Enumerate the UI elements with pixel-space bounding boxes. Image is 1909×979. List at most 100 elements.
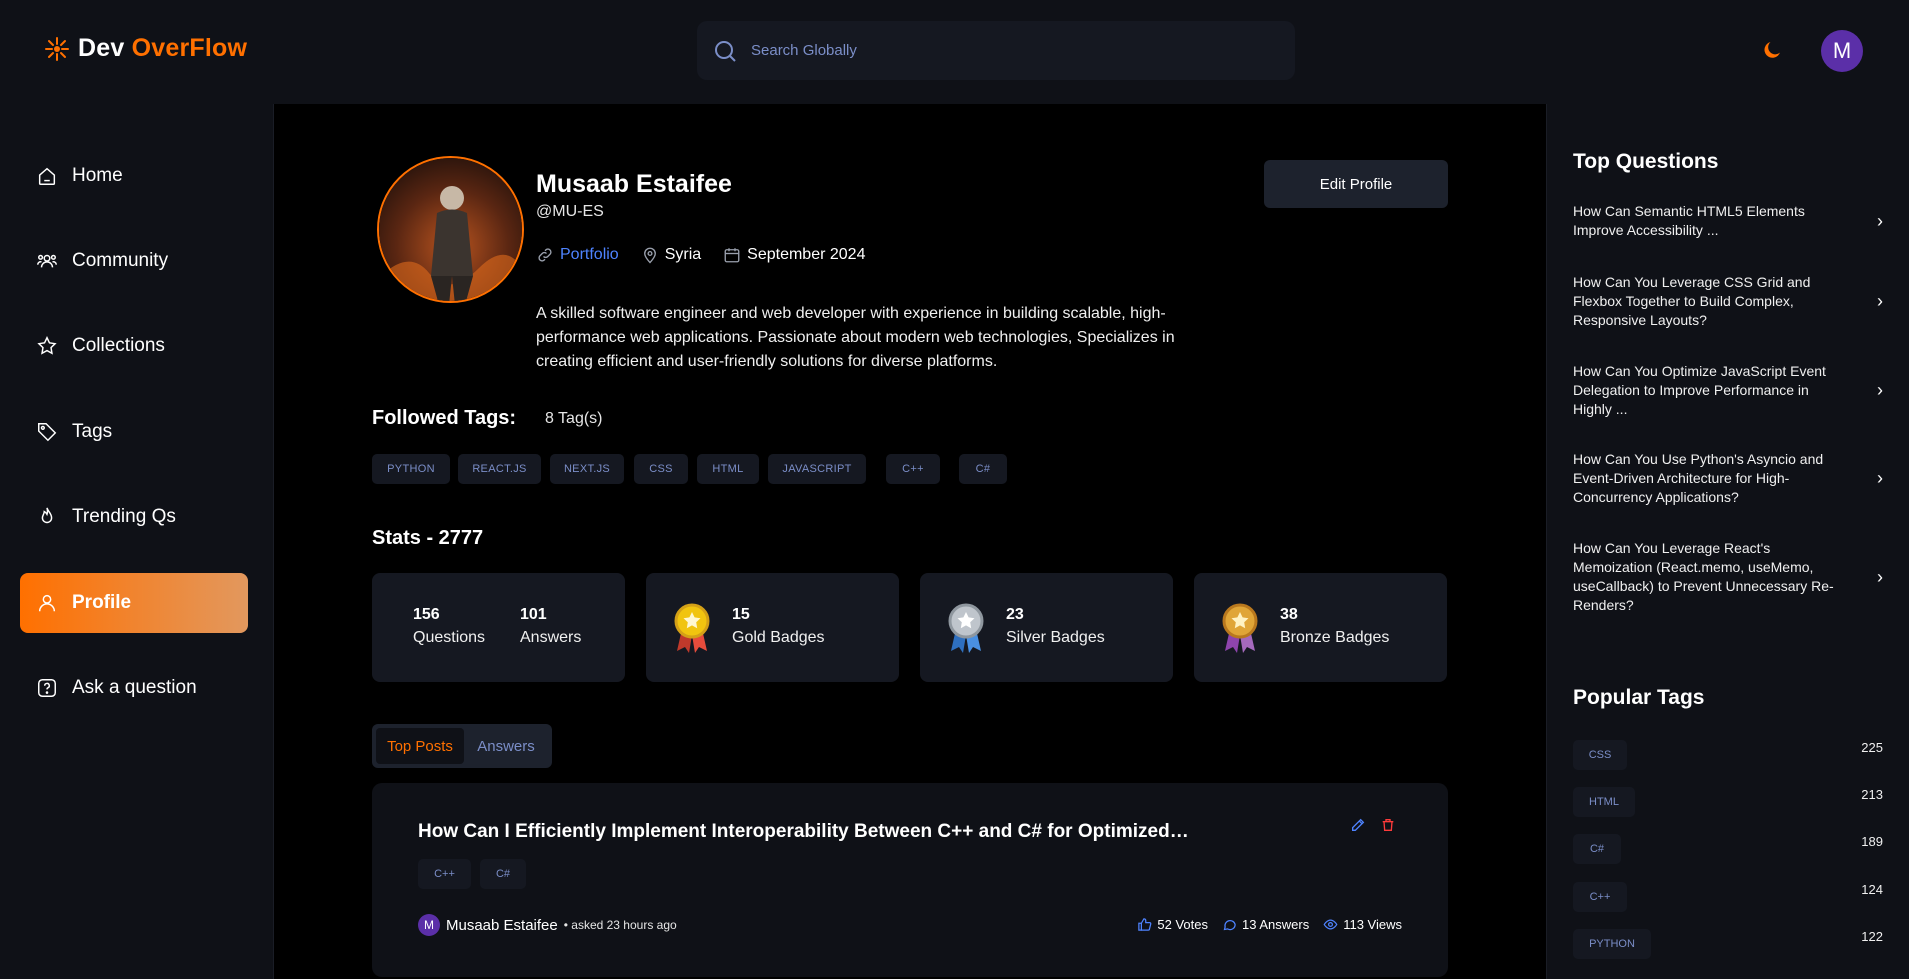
questions-label: Questions [413,629,486,646]
profile-bio: A skilled software engineer and web deve… [536,305,1175,370]
popular-tag-count: 225 [1861,740,1883,755]
sidebar-item-label: Community [72,250,169,271]
top-question-text: How Can You Leverage React's Memoization… [1573,540,1834,613]
star-icon [37,336,57,355]
followed-tag[interactable]: JAVASCRIPT [768,454,866,484]
tab-top-posts[interactable]: Top Posts [376,728,464,764]
top-question-item[interactable]: How Can Semantic HTML5 Elements Improve … [1573,202,1883,240]
followed-tag[interactable]: C# [959,454,1007,484]
global-search[interactable] [697,21,1295,80]
top-question-item[interactable]: How Can You Leverage CSS Grid and Flexbo… [1573,273,1883,330]
author-name: Musaab Estaifee [446,916,558,934]
flame-icon [41,507,53,524]
top-question-item[interactable]: How Can You Optimize JavaScript Event De… [1573,362,1883,419]
theme-toggle[interactable] [1758,36,1786,64]
profile-picture [377,156,524,303]
portfolio-link[interactable]: Portfolio [560,246,619,264]
votes-metric: 52 Votes [1137,917,1208,932]
profile-tabs: Top Posts Answers [372,724,552,768]
thumbs-up-icon [1138,918,1152,931]
followed-tag[interactable]: PYTHON [372,454,450,484]
user-avatar[interactable]: M [1821,30,1863,72]
followed-tag[interactable]: HTML [697,454,759,484]
followed-tags-title: Followed Tags: [372,407,517,429]
sidebar-item-ask-question[interactable]: Ask a question [20,658,248,718]
moon-icon [1764,42,1780,58]
followed-tags-count: 8 Tag(s) [545,410,603,427]
answers-metric: 13 Answers [1222,917,1309,932]
followed-tag[interactable]: REACT.JS [458,454,541,484]
stat-card-bronze: 38 Bronze Badges [1194,573,1447,682]
top-question-text: How Can You Leverage CSS Grid and Flexbo… [1573,274,1811,328]
popular-tag[interactable]: C# [1573,834,1621,864]
top-question-item[interactable]: How Can You Use Python's Asyncio and Eve… [1573,450,1883,507]
tag-icon [38,423,57,442]
stat-card-silver: 23 Silver Badges [920,573,1173,682]
popular-tag[interactable]: C++ [1573,882,1627,912]
tab-answers[interactable]: Answers [464,728,548,764]
top-bar: Dev OverFlow M [0,0,1909,104]
users-icon [37,254,57,268]
home-icon [38,167,56,185]
chevron-right-icon: › [1877,566,1883,587]
silver-count: 23 [1006,606,1024,623]
popular-tag[interactable]: HTML [1573,787,1635,817]
post-title[interactable]: How Can I Efficiently Implement Interope… [418,821,1189,843]
followed-tag[interactable]: NEXT.JS [550,454,624,484]
joined-date: September 2024 [723,246,865,264]
gold-label: Gold Badges [732,629,825,646]
top-questions-title: Top Questions [1573,150,1719,173]
post-time: • asked 23 hours ago [563,918,677,932]
post-card[interactable]: How Can I Efficiently Implement Interope… [372,783,1448,977]
post-tag[interactable]: C# [480,859,526,889]
silver-medal-icon [948,603,984,653]
chevron-right-icon: › [1877,210,1883,231]
top-question-text: How Can You Use Python's Asyncio and Eve… [1573,451,1824,505]
sidebar-item-label: Ask a question [72,677,197,698]
edit-icon[interactable] [1350,817,1366,833]
post-metrics: 52 Votes 13 Answers 113 Views [1137,917,1402,932]
popular-tag-count: 189 [1861,834,1883,849]
location-pin-icon [643,247,656,264]
sidebar-item-community[interactable]: Community [20,231,248,291]
location-text: Syria [664,246,702,263]
top-question-text: How Can You Optimize JavaScript Event De… [1573,363,1826,417]
question-icon [38,679,56,697]
followed-tag[interactable]: CSS [634,454,688,484]
profile-name: Musaab Estaifee [536,170,732,198]
popular-tag[interactable]: CSS [1573,740,1627,770]
sidebar-item-trending[interactable]: Trending Qs [20,487,248,547]
calendar-icon [724,248,740,263]
sidebar-item-profile[interactable]: Profile [20,573,248,633]
popular-tag-count: 124 [1861,882,1883,897]
views-metric: 113 Views [1323,917,1402,932]
silver-label: Silver Badges [1006,629,1105,646]
search-input[interactable] [751,42,1251,59]
sidebar-item-label: Collections [72,335,165,356]
profile-handle: @MU-ES [536,203,604,220]
popular-tags-title: Popular Tags [1573,686,1705,709]
trash-icon[interactable] [1380,817,1396,833]
top-question-item[interactable]: How Can You Leverage React's Memoization… [1573,539,1883,615]
edit-profile-button[interactable]: Edit Profile [1264,160,1448,208]
logo[interactable]: Dev OverFlow [44,34,247,63]
logo-text: Dev OverFlow [78,34,248,62]
bronze-medal-icon [1222,603,1258,653]
sidebar-item-collections[interactable]: Collections [20,316,248,376]
portfolio-link-wrap: Portfolio [536,246,619,264]
post-author[interactable]: M Musaab Estaifee • asked 23 hours ago [418,914,677,936]
chevron-right-icon: › [1877,291,1883,311]
top-question-text: How Can Semantic HTML5 Elements Improve … [1573,203,1805,238]
questions-count: 156 [413,606,440,623]
chevron-right-icon: › [1877,468,1883,488]
popular-tag[interactable]: PYTHON [1573,929,1651,959]
answers-count: 101 [520,606,547,623]
link-icon [538,248,552,262]
sidebar-item-label: Trending Qs [72,506,176,527]
sidebar-item-label: Tags [72,421,113,442]
gold-medal-icon [674,603,710,653]
sidebar-item-home[interactable]: Home [20,146,248,206]
post-tag[interactable]: C++ [418,859,471,889]
followed-tag[interactable]: C++ [886,454,940,484]
sidebar-item-tags[interactable]: Tags [20,402,248,462]
